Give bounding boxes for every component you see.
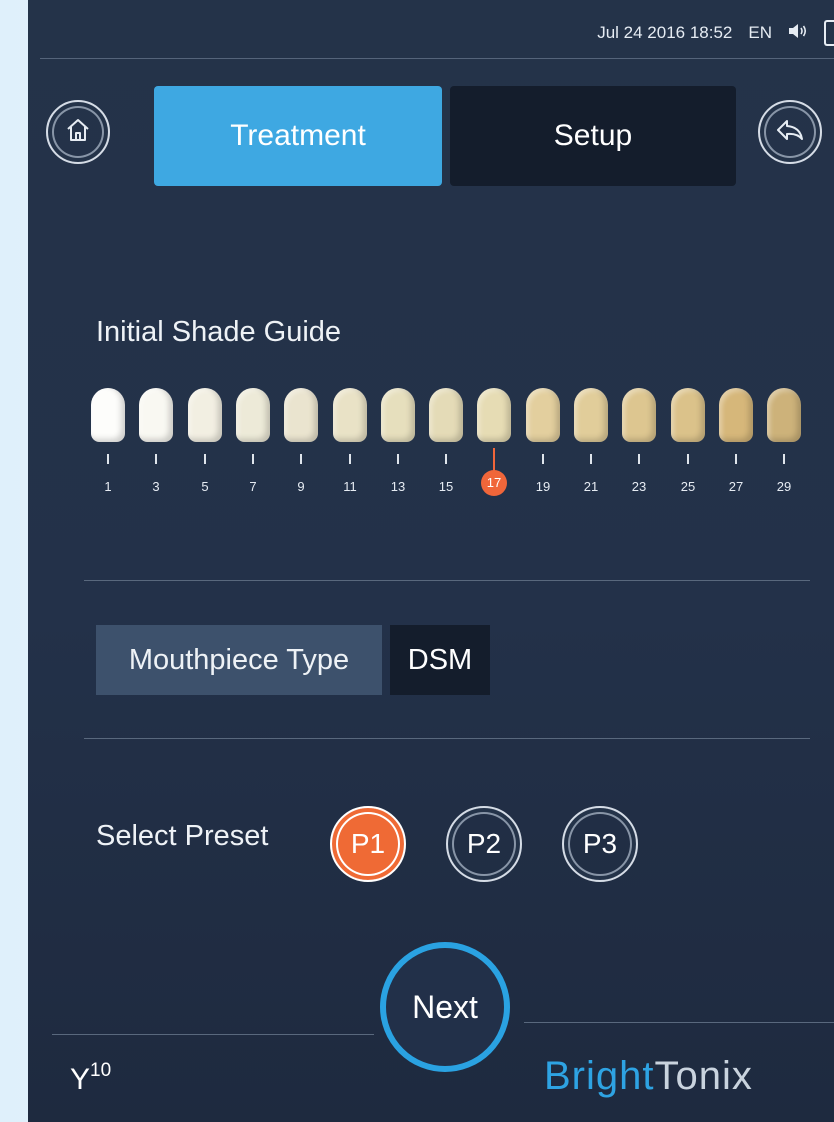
shade-number: 1	[104, 479, 112, 494]
section-divider	[84, 738, 810, 739]
shade-guide-row: 1 3 5 7 9 11 13 15 17 19 21 23 25 27 29	[88, 388, 834, 516]
preset-p2-button[interactable]: P2	[446, 806, 522, 882]
shade-number: 9	[297, 479, 305, 494]
shade-number: 21	[583, 479, 599, 494]
shade-number: 27	[728, 479, 744, 494]
shade-tick	[107, 454, 109, 464]
model-logo-superscript: 10	[90, 1060, 112, 1081]
tooth-icon	[477, 388, 511, 442]
shade-number: 17	[481, 470, 507, 496]
next-button[interactable]: Next	[380, 942, 510, 1072]
shade-number: 3	[152, 479, 160, 494]
select-preset-label: Select Preset	[96, 820, 269, 852]
tab-setup[interactable]: Setup	[450, 86, 736, 186]
shade-tooth-13[interactable]: 13	[378, 388, 418, 500]
shade-tick	[687, 454, 689, 464]
tooth-icon	[719, 388, 753, 442]
shade-tooth-17[interactable]: 17	[474, 388, 514, 496]
shade-tooth-15[interactable]: 15	[426, 388, 466, 500]
shade-number: 7	[249, 479, 257, 494]
battery-icon	[824, 20, 834, 46]
shade-tooth-27[interactable]: 27	[716, 388, 756, 500]
tooth-icon	[284, 388, 318, 442]
tab-treatment[interactable]: Treatment	[154, 86, 442, 186]
status-bar: Jul 24 2016 18:52 EN	[597, 20, 834, 46]
model-logo-text: Y	[70, 1063, 91, 1096]
mouthpiece-type-label: Mouthpiece Type	[96, 625, 382, 695]
shade-tick	[155, 454, 157, 464]
footer-divider	[52, 1034, 374, 1035]
back-arrow-icon	[775, 118, 805, 147]
shade-tick	[445, 454, 447, 464]
shade-number: 13	[390, 479, 406, 494]
preset-p1-button[interactable]: P1	[330, 806, 406, 882]
brand-part-1: Bright	[544, 1054, 655, 1098]
tooth-icon	[381, 388, 415, 442]
tooth-icon	[236, 388, 270, 442]
shade-tooth-23[interactable]: 23	[619, 388, 659, 500]
tooth-icon	[574, 388, 608, 442]
section-divider	[84, 580, 810, 581]
mouthpiece-type-value[interactable]: DSM	[390, 625, 490, 695]
shade-tick	[542, 454, 544, 464]
shade-tick	[397, 454, 399, 464]
shade-tooth-3[interactable]: 3	[136, 388, 176, 500]
tooth-icon	[188, 388, 222, 442]
datetime-text: Jul 24 2016 18:52	[597, 23, 733, 42]
shade-number: 11	[343, 479, 357, 494]
shade-tooth-29[interactable]: 29	[764, 388, 804, 500]
tooth-icon	[767, 388, 801, 442]
shade-tick	[735, 454, 737, 464]
brand-part-2: Tonix	[654, 1054, 753, 1098]
shade-tick	[349, 454, 351, 464]
shade-tooth-9[interactable]: 9	[281, 388, 321, 500]
shade-tick	[300, 454, 302, 464]
back-button[interactable]	[758, 100, 822, 164]
shade-tick	[783, 454, 785, 464]
shade-tick	[590, 454, 592, 464]
tooth-icon	[622, 388, 656, 442]
shade-tooth-1[interactable]: 1	[88, 388, 128, 500]
preset-p3-button[interactable]: P3	[562, 806, 638, 882]
shade-tooth-7[interactable]: 7	[233, 388, 273, 500]
shade-guide-title: Initial Shade Guide	[96, 316, 342, 348]
shade-tooth-25[interactable]: 25	[668, 388, 708, 500]
shade-number: 19	[535, 479, 551, 494]
home-icon	[65, 118, 91, 147]
status-divider	[40, 58, 834, 59]
brand-logo: BrightTonix	[544, 1054, 753, 1099]
device-screen: Jul 24 2016 18:52 EN Treatment Setup Ini…	[28, 0, 834, 1122]
shade-tooth-5[interactable]: 5	[185, 388, 225, 500]
shade-tooth-19[interactable]: 19	[523, 388, 563, 500]
language-indicator[interactable]: EN	[748, 23, 772, 43]
shade-number: 25	[680, 479, 696, 494]
tooth-icon	[671, 388, 705, 442]
home-button[interactable]	[46, 100, 110, 164]
shade-number: 5	[201, 479, 209, 494]
shade-number: 23	[631, 479, 647, 494]
model-logo: Y10	[70, 1060, 112, 1097]
tooth-icon	[139, 388, 173, 442]
shade-number: 15	[438, 479, 454, 494]
tooth-icon	[333, 388, 367, 442]
tooth-icon	[429, 388, 463, 442]
shade-tooth-21[interactable]: 21	[571, 388, 611, 500]
shade-number: 29	[776, 479, 792, 494]
footer-divider	[524, 1022, 834, 1023]
shade-tick	[252, 454, 254, 464]
shade-tick	[638, 454, 640, 464]
shade-tick	[204, 454, 206, 464]
tooth-icon	[526, 388, 560, 442]
speaker-icon[interactable]	[788, 23, 808, 44]
shade-tooth-11[interactable]: 11	[330, 388, 370, 500]
tooth-icon	[91, 388, 125, 442]
